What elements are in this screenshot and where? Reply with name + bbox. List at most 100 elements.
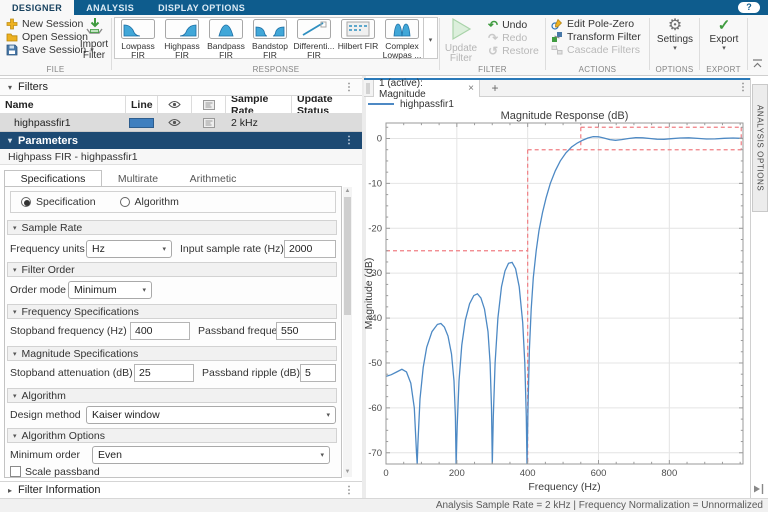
response-label: Lowpas ... <box>382 50 422 60</box>
section-algorithm[interactable]: ▾ Algorithm <box>7 388 337 403</box>
input-sample-rate-field[interactable] <box>284 240 336 258</box>
differentiator-fir-button[interactable]: Differenti... FIR <box>292 19 336 60</box>
stopband-frequency-field[interactable] <box>130 322 190 340</box>
parameters-scrollbar[interactable]: ▲ ▼ <box>343 187 352 477</box>
save-icon <box>6 44 18 56</box>
tab-specifications[interactable]: Specifications <box>4 170 102 187</box>
tab-grip-icon[interactable] <box>366 83 370 94</box>
filters-panel-header[interactable]: ▾ Filters ⋮ <box>0 78 362 96</box>
section-magnitude-specifications-title: Magnitude Specifications <box>21 347 139 360</box>
new-session-button[interactable]: New Session <box>6 18 83 30</box>
filter-row-highpassfir1[interactable]: highpassfir1 2 kHz <box>0 114 362 132</box>
section-frequency-specifications[interactable]: ▾ Frequency Specifications <box>7 304 337 319</box>
radio-algorithm[interactable]: Algorithm <box>119 196 179 208</box>
scroll-up-icon[interactable]: ▲ <box>343 187 352 196</box>
close-icon[interactable]: × <box>468 83 474 94</box>
tab-analysis[interactable]: ANALYSIS <box>74 0 146 15</box>
tab-designer[interactable]: DESIGNER <box>0 0 75 15</box>
filter-designer-app: DESIGNER ANALYSIS DISPLAY OPTIONS ? New … <box>0 0 768 512</box>
scrollbar-thumb[interactable] <box>344 197 351 315</box>
passband-frequency-field[interactable] <box>276 322 336 340</box>
section-algorithm-options[interactable]: ▾ Algorithm Options <box>7 428 337 443</box>
help-icon[interactable]: ? <box>738 2 760 13</box>
tab-display-options[interactable]: DISPLAY OPTIONS <box>146 0 257 15</box>
tab-multirate[interactable]: Multirate <box>102 170 174 187</box>
settings-button[interactable]: ⚙ Settings ▾ <box>651 17 699 52</box>
ribbon: New Session Open Session Save Session ▾ … <box>0 15 768 76</box>
parameters-panel-header[interactable]: ▾ Parameters ⋮ <box>0 132 362 149</box>
svg-text:0: 0 <box>377 133 382 144</box>
tab-arithmetic-label: Arithmetic <box>189 172 237 185</box>
edit-pole-zero-button[interactable]: Edit Pole-Zero <box>551 18 634 30</box>
analysis-options-tab[interactable]: ANALYSIS OPTIONS <box>752 84 768 212</box>
response-label: FIR <box>175 50 189 60</box>
legend-box-icon <box>202 99 215 110</box>
tab-arithmetic[interactable]: Arithmetic <box>174 170 252 187</box>
minimum-order-value: Even <box>98 449 122 461</box>
file-group-label: FILE <box>46 65 65 74</box>
svg-text:400: 400 <box>520 468 536 479</box>
export-button[interactable]: ✓ Export ▾ <box>701 17 747 52</box>
filter-information-menu-icon[interactable]: ⋮ <box>344 485 354 496</box>
add-tab-button[interactable]: + <box>488 81 502 95</box>
minimum-order-select[interactable]: Even ▾ <box>92 446 330 464</box>
passband-ripple-field[interactable] <box>300 364 336 382</box>
lowpass-fir-button[interactable]: Lowpass FIR <box>116 19 160 60</box>
magnitude-document-tab[interactable]: 1 (active): Magnitude × <box>373 77 480 100</box>
import-filter-button[interactable]: Import Filter <box>76 17 112 61</box>
minimum-order-label: Minimum order <box>10 449 81 461</box>
stopband-attenuation-field[interactable] <box>134 364 194 382</box>
export-group-label: EXPORT <box>706 65 741 74</box>
collapse-ribbon-icon[interactable] <box>752 59 763 68</box>
hilbert-fir-button[interactable]: Hilbert FIR <box>336 19 380 58</box>
filter-group-label: FILTER <box>478 65 507 74</box>
section-filter-order[interactable]: ▾ Filter Order <box>7 262 337 277</box>
status-bar: Analysis Sample Rate = 2 kHz | Frequency… <box>0 498 768 512</box>
magnitude-response-chart: 0 200 400 600 8000-10-20-30-40-50-60-70Magni… <box>364 110 744 493</box>
bandpass-fir-icon <box>209 19 243 39</box>
parameters-panel-menu-icon[interactable]: ⋮ <box>344 135 354 146</box>
passband-ripple-label: Passband ripple (dB) <box>202 367 301 379</box>
highpass-fir-button[interactable]: Highpass FIR <box>160 19 204 60</box>
section-sample-rate[interactable]: ▾ Sample Rate <box>7 220 337 235</box>
collapse-triangle-icon: ▾ <box>8 136 13 145</box>
filter-information-header[interactable]: ▸ Filter Information ⋮ <box>0 481 362 499</box>
svg-text:Magnitude (dB): Magnitude (dB) <box>364 258 375 330</box>
cascade-filters-button[interactable]: Cascade Filters <box>551 44 640 56</box>
document-menu-icon[interactable]: ⋮ <box>738 82 748 93</box>
redo-button[interactable]: ↷ Redo <box>488 31 527 45</box>
svg-text:800: 800 <box>661 468 677 479</box>
edit-pole-zero-icon <box>551 18 562 30</box>
response-group-label: RESPONSE <box>252 65 300 74</box>
response-gallery-expand-button[interactable]: ▾ <box>424 17 438 59</box>
filters-panel-menu-icon[interactable]: ⋮ <box>344 82 354 93</box>
legend-line <box>368 103 394 105</box>
section-magnitude-specifications[interactable]: ▾ Magnitude Specifications <box>7 346 337 361</box>
filter-line-swatch[interactable] <box>129 117 154 128</box>
collapse-triangle-icon: ▾ <box>8 82 13 92</box>
transform-filter-button[interactable]: Transform Filter <box>551 31 641 43</box>
design-method-select[interactable]: Kaiser window ▾ <box>86 406 336 424</box>
magnitude-tab-label: 1 (active): Magnitude <box>379 77 426 100</box>
update-filter-button[interactable]: Update Filter <box>442 17 480 64</box>
filter-visibility-toggle[interactable] <box>158 114 192 131</box>
complex-lowpass-fir-button[interactable]: Complex Lowpas ... <box>380 19 424 60</box>
column-sample-rate: Sample Rate <box>231 96 269 113</box>
undo-button[interactable]: ↶ Undo <box>488 18 527 32</box>
folder-icon <box>6 33 18 42</box>
frequency-units-select[interactable]: Hz ▾ <box>86 240 172 258</box>
options-group-label: OPTIONS <box>655 65 694 74</box>
scale-passband-checkbox[interactable] <box>10 466 21 477</box>
order-mode-select[interactable]: Minimum ▾ <box>68 281 152 299</box>
new-session-label: New Session <box>22 18 84 30</box>
radio-specification[interactable]: Specification <box>21 196 96 208</box>
scroll-down-icon[interactable]: ▼ <box>343 468 352 477</box>
bandpass-fir-button[interactable]: Bandpass FIR <box>204 19 248 60</box>
filter-legend-toggle[interactable] <box>192 114 226 131</box>
chevron-down-icon: ▾ <box>142 286 146 294</box>
restore-button[interactable]: ↺ Restore <box>488 44 539 58</box>
scale-passband-label: Scale passband <box>25 466 100 478</box>
section-algorithm-title: Algorithm <box>21 389 66 402</box>
bandstop-fir-button[interactable]: Bandstop FIR <box>248 19 292 60</box>
dock-collapse-icon[interactable] <box>752 484 764 494</box>
